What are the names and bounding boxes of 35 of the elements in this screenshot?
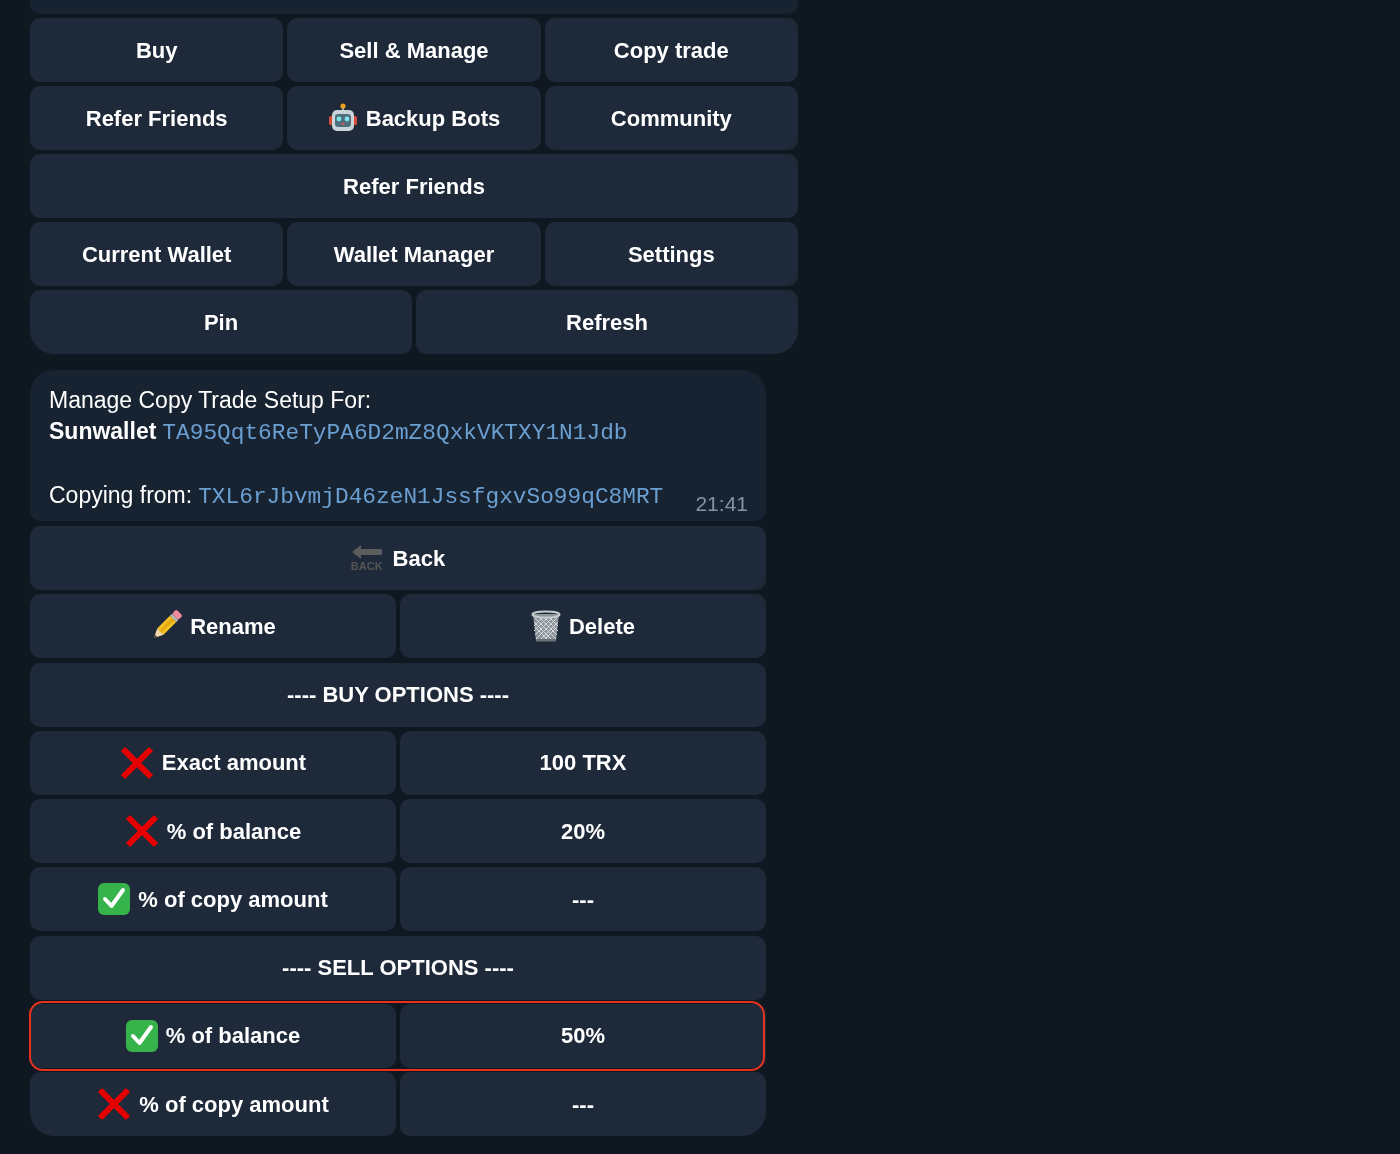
copying-address: TXL6rJbvmjD46zeN1JssfgxvSo99qC8MRT: [198, 483, 664, 512]
keyboard-button[interactable]: Refresh: [416, 290, 798, 354]
section-header-button[interactable]: ---- BUY OPTIONS ----: [30, 662, 766, 727]
wastebasket-icon: [530, 610, 561, 643]
keyboard-button[interactable]: Refer Friends: [30, 154, 798, 218]
left-arrow-icon: [351, 544, 382, 559]
robot-icon: [327, 103, 358, 133]
keyboard-button[interactable]: Sell & Manage: [287, 18, 541, 82]
keyboard-button[interactable]: Copy trade: [544, 18, 798, 82]
option-toggle-button[interactable]: % of balance: [30, 799, 396, 863]
option-value-button[interactable]: 20%: [400, 799, 766, 863]
option-value-button[interactable]: ---: [400, 867, 766, 932]
wallet-address: TA95Qqt6ReTyPA6D2mZ8QxkVKTXY1N1Jdb: [162, 419, 628, 448]
keyboard-button[interactable]: Rename: [30, 594, 396, 659]
option-toggle-button[interactable]: % of copy amount: [30, 867, 396, 932]
section-header-button[interactable]: ---- SELL OPTIONS ----: [30, 935, 766, 1000]
keyboard-button[interactable]: Settings: [544, 222, 798, 286]
keyboard-button[interactable]: Delete: [400, 594, 766, 659]
keyboard-button[interactable]: Buy: [30, 18, 284, 82]
copying-label: Copying from:: [49, 481, 193, 510]
option-value-button[interactable]: 100 TRX: [400, 730, 766, 795]
keyboard-button[interactable]: Community: [544, 86, 798, 150]
keyboard-button[interactable]: Wallet Manager: [287, 222, 541, 286]
option-toggle-button[interactable]: % of copy amount: [30, 1072, 396, 1136]
keyboard-button[interactable]: Refer Friends: [30, 86, 284, 150]
keyboard-button[interactable]: Pin: [30, 290, 412, 354]
message-heading: Manage Copy Trade Setup For:: [49, 386, 372, 415]
option-toggle-button[interactable]: % of balance: [30, 1003, 396, 1068]
keyboard-button[interactable]: Current Wallet: [30, 222, 284, 286]
message-time: 21:41: [695, 491, 748, 517]
option-value-button[interactable]: ---: [400, 1072, 766, 1136]
keyboard-button[interactable]: Backup Bots: [287, 86, 541, 150]
option-value-button[interactable]: 50%: [400, 1003, 766, 1068]
option-toggle-button[interactable]: Exact amount: [30, 730, 396, 795]
wallet-name: Sunwallet: [49, 417, 157, 446]
